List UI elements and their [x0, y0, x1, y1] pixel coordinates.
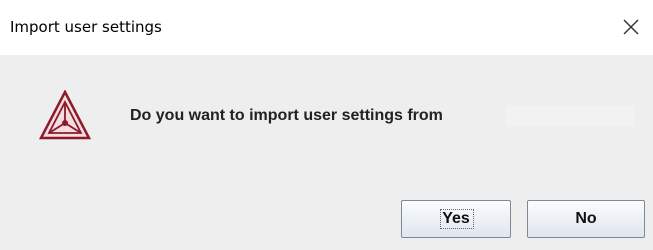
close-button[interactable] — [616, 13, 646, 41]
redacted-path — [505, 105, 635, 127]
no-button-label: No — [575, 210, 597, 227]
focus-indicator — [440, 209, 474, 229]
yes-button[interactable]: Yes — [401, 200, 511, 238]
import-settings-dialog: Import user settings Do you want to impo… — [0, 0, 653, 250]
no-button[interactable]: No — [527, 200, 645, 238]
dialog-titlebar: Import user settings — [0, 0, 653, 55]
dialog-message: Do you want to import user settings from — [130, 107, 443, 124]
close-icon — [623, 19, 639, 35]
dialog-body: Do you want to import user settings from… — [0, 55, 653, 250]
thermo-calc-triangle-icon — [39, 90, 91, 140]
dialog-title: Import user settings — [10, 18, 162, 36]
